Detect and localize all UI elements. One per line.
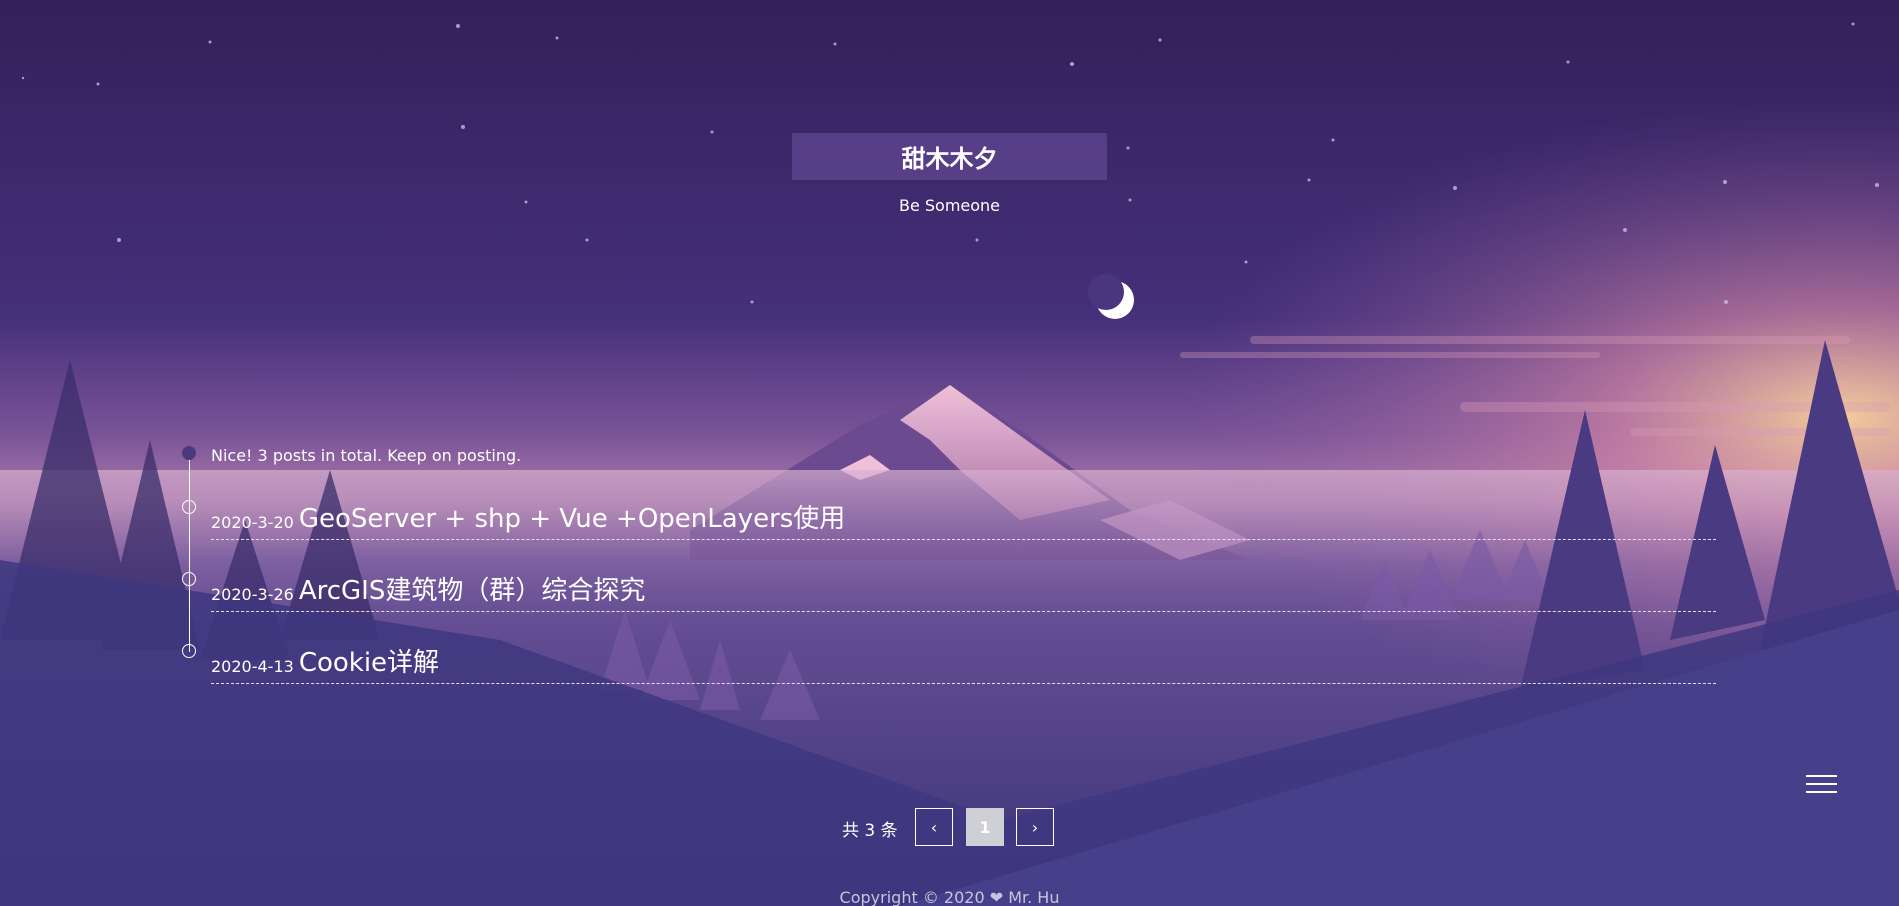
post-item[interactable]: 2020-3-20 GeoServer + shp + Vue +OpenLay…: [211, 500, 1716, 540]
post-title-link[interactable]: Cookie详解: [299, 642, 439, 679]
pagination-next-button[interactable]: ›: [1016, 808, 1054, 846]
timeline-node: [182, 644, 196, 658]
timeline-node: [182, 500, 196, 514]
chevron-left-icon: ‹: [930, 817, 938, 837]
chevron-right-icon: ›: [1031, 817, 1039, 837]
footer-copyright: Copyright © 2020 ❤ Mr. Hu: [839, 888, 1060, 906]
archive-summary: Nice! 3 posts in total. Keep on posting.: [211, 446, 522, 465]
pagination: 共 3 条 ‹ 1 ›: [0, 808, 1899, 848]
post-item[interactable]: 2020-4-13 Cookie详解: [211, 644, 1716, 684]
post-title-link[interactable]: ArcGIS建筑物（群）综合探究: [299, 570, 646, 607]
pagination-prev-button[interactable]: ‹: [915, 808, 953, 846]
site-title[interactable]: 甜木木夕: [902, 139, 998, 174]
post-date: 2020-4-13: [211, 657, 294, 676]
site-title-banner[interactable]: 甜木木夕: [792, 133, 1107, 180]
timeline-node: [182, 572, 196, 586]
pagination-page-button[interactable]: 1: [966, 808, 1004, 846]
site-subtitle: Be Someone: [898, 196, 1001, 215]
pagination-total: 共 3 条: [842, 821, 898, 841]
hamburger-menu-icon[interactable]: [1806, 775, 1837, 795]
post-title-link[interactable]: GeoServer + shp + Vue +OpenLayers使用: [299, 498, 846, 535]
timeline-head-dot: [182, 446, 196, 460]
post-date: 2020-3-26: [211, 585, 294, 604]
post-item[interactable]: 2020-3-26 ArcGIS建筑物（群）综合探究: [211, 572, 1716, 612]
post-date: 2020-3-20: [211, 513, 294, 532]
timeline-line: [189, 455, 190, 652]
